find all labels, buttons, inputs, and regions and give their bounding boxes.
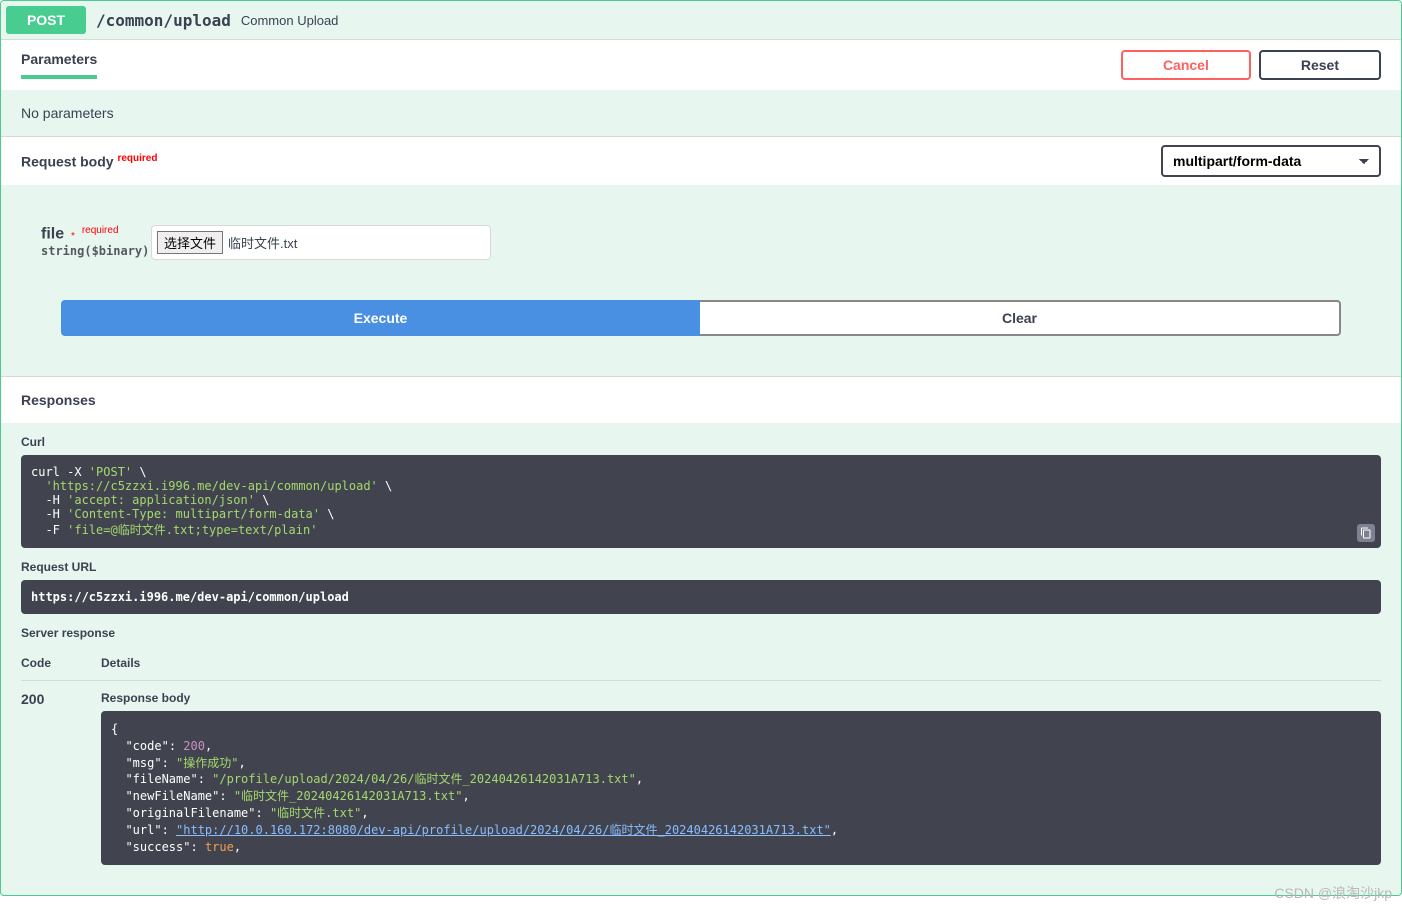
json-key-newFileName: "newFileName" <box>125 789 219 803</box>
curl-h2b: 'Content-Type: multipart/form-data' <box>67 507 320 521</box>
method-badge: POST <box>6 6 86 34</box>
json-val-newFileName: "临时文件_20240426142031A713.txt" <box>234 789 463 803</box>
curl-block: curl -X 'POST' \ 'https://c5zzxi.i996.me… <box>21 455 1381 548</box>
chosen-file-name: 临时文件.txt <box>228 233 297 252</box>
operation-description: Common Upload <box>241 13 339 28</box>
response-row: 200 Response body { "code": 200, "msg": … <box>21 681 1381 875</box>
curl-label: Curl <box>21 435 1381 449</box>
request-body-header: Request body required multipart/form-dat… <box>1 137 1401 185</box>
operation-block: POST /common/upload Common Upload Parame… <box>0 0 1402 896</box>
execute-button[interactable]: Execute <box>61 300 700 336</box>
param-row-file: file * required string($binary) 选择文件 临时文… <box>21 205 1381 280</box>
content-type-select[interactable]: multipart/form-data <box>1161 145 1381 177</box>
responses-section: Curl curl -X 'POST' \ 'https://c5zzxi.i9… <box>1 435 1401 895</box>
file-input[interactable]: 选择文件 临时文件.txt <box>151 225 491 260</box>
choose-file-button[interactable]: 选择文件 <box>157 231 223 254</box>
parameters-header: Parameters Cancel Reset <box>1 40 1401 90</box>
curl-h1a: -H <box>45 493 67 507</box>
param-type: string($binary) <box>41 244 151 258</box>
cancel-button[interactable]: Cancel <box>1121 50 1251 80</box>
json-key-success: "success" <box>125 840 190 854</box>
required-star: * <box>68 231 78 242</box>
json-val-url: "http://10.0.160.172:8080/dev-api/profil… <box>176 823 831 837</box>
clear-button[interactable]: Clear <box>700 300 1341 336</box>
copy-icon[interactable] <box>1357 524 1375 542</box>
parameters-tab[interactable]: Parameters <box>21 51 97 79</box>
json-key-url: "url" <box>125 823 161 837</box>
col-code: Code <box>21 656 101 670</box>
json-val-originalFilename: "临时文件.txt" <box>270 806 361 820</box>
required-label: required <box>117 153 157 164</box>
response-code: 200 <box>21 691 101 865</box>
request-url-label: Request URL <box>21 560 1381 574</box>
json-key-fileName: "fileName" <box>125 772 197 786</box>
json-key-originalFilename: "originalFilename" <box>125 806 255 820</box>
param-name: file <box>41 226 64 243</box>
request-body-title: Request body <box>21 153 114 169</box>
json-val-code: 200 <box>183 739 205 753</box>
watermark: CSDN @浪淘沙jkp <box>1274 883 1392 903</box>
curl-url: 'https://c5zzxi.i996.me/dev-api/common/u… <box>45 479 377 493</box>
col-details: Details <box>101 656 1381 670</box>
reset-button[interactable]: Reset <box>1259 50 1381 80</box>
curl-f1a: -F <box>45 523 67 537</box>
curl-f1b: 'file=@临时文件.txt;type=text/plain' <box>67 523 317 537</box>
responses-title: Responses <box>1 377 1401 423</box>
request-url-block: https://c5zzxi.i996.me/dev-api/common/up… <box>21 580 1381 614</box>
curl-h2a: -H <box>45 507 67 521</box>
response-table-header: Code Details <box>21 646 1381 681</box>
curl-h1b: 'accept: application/json' <box>67 493 255 507</box>
curl-cmd: curl -X <box>31 465 89 479</box>
json-key-msg: "msg" <box>125 756 161 770</box>
json-val-fileName: "/profile/upload/2024/04/26/临时文件_2024042… <box>212 772 636 786</box>
operation-path: /common/upload <box>86 11 241 30</box>
operation-summary[interactable]: POST /common/upload Common Upload <box>1 1 1401 39</box>
param-required-label: required <box>82 225 119 236</box>
response-body-label: Response body <box>101 691 1381 705</box>
response-body-block: { "code": 200, "msg": "操作成功", "fileName"… <box>101 711 1381 865</box>
server-response-label: Server response <box>21 626 1381 640</box>
no-parameters-text: No parameters <box>1 90 1401 136</box>
json-key-code: "code" <box>125 739 168 753</box>
json-val-success: true <box>205 840 234 854</box>
request-body-section: file * required string($binary) 选择文件 临时文… <box>1 185 1401 376</box>
curl-method: 'POST' <box>89 465 132 479</box>
json-val-msg: "操作成功" <box>176 756 238 770</box>
